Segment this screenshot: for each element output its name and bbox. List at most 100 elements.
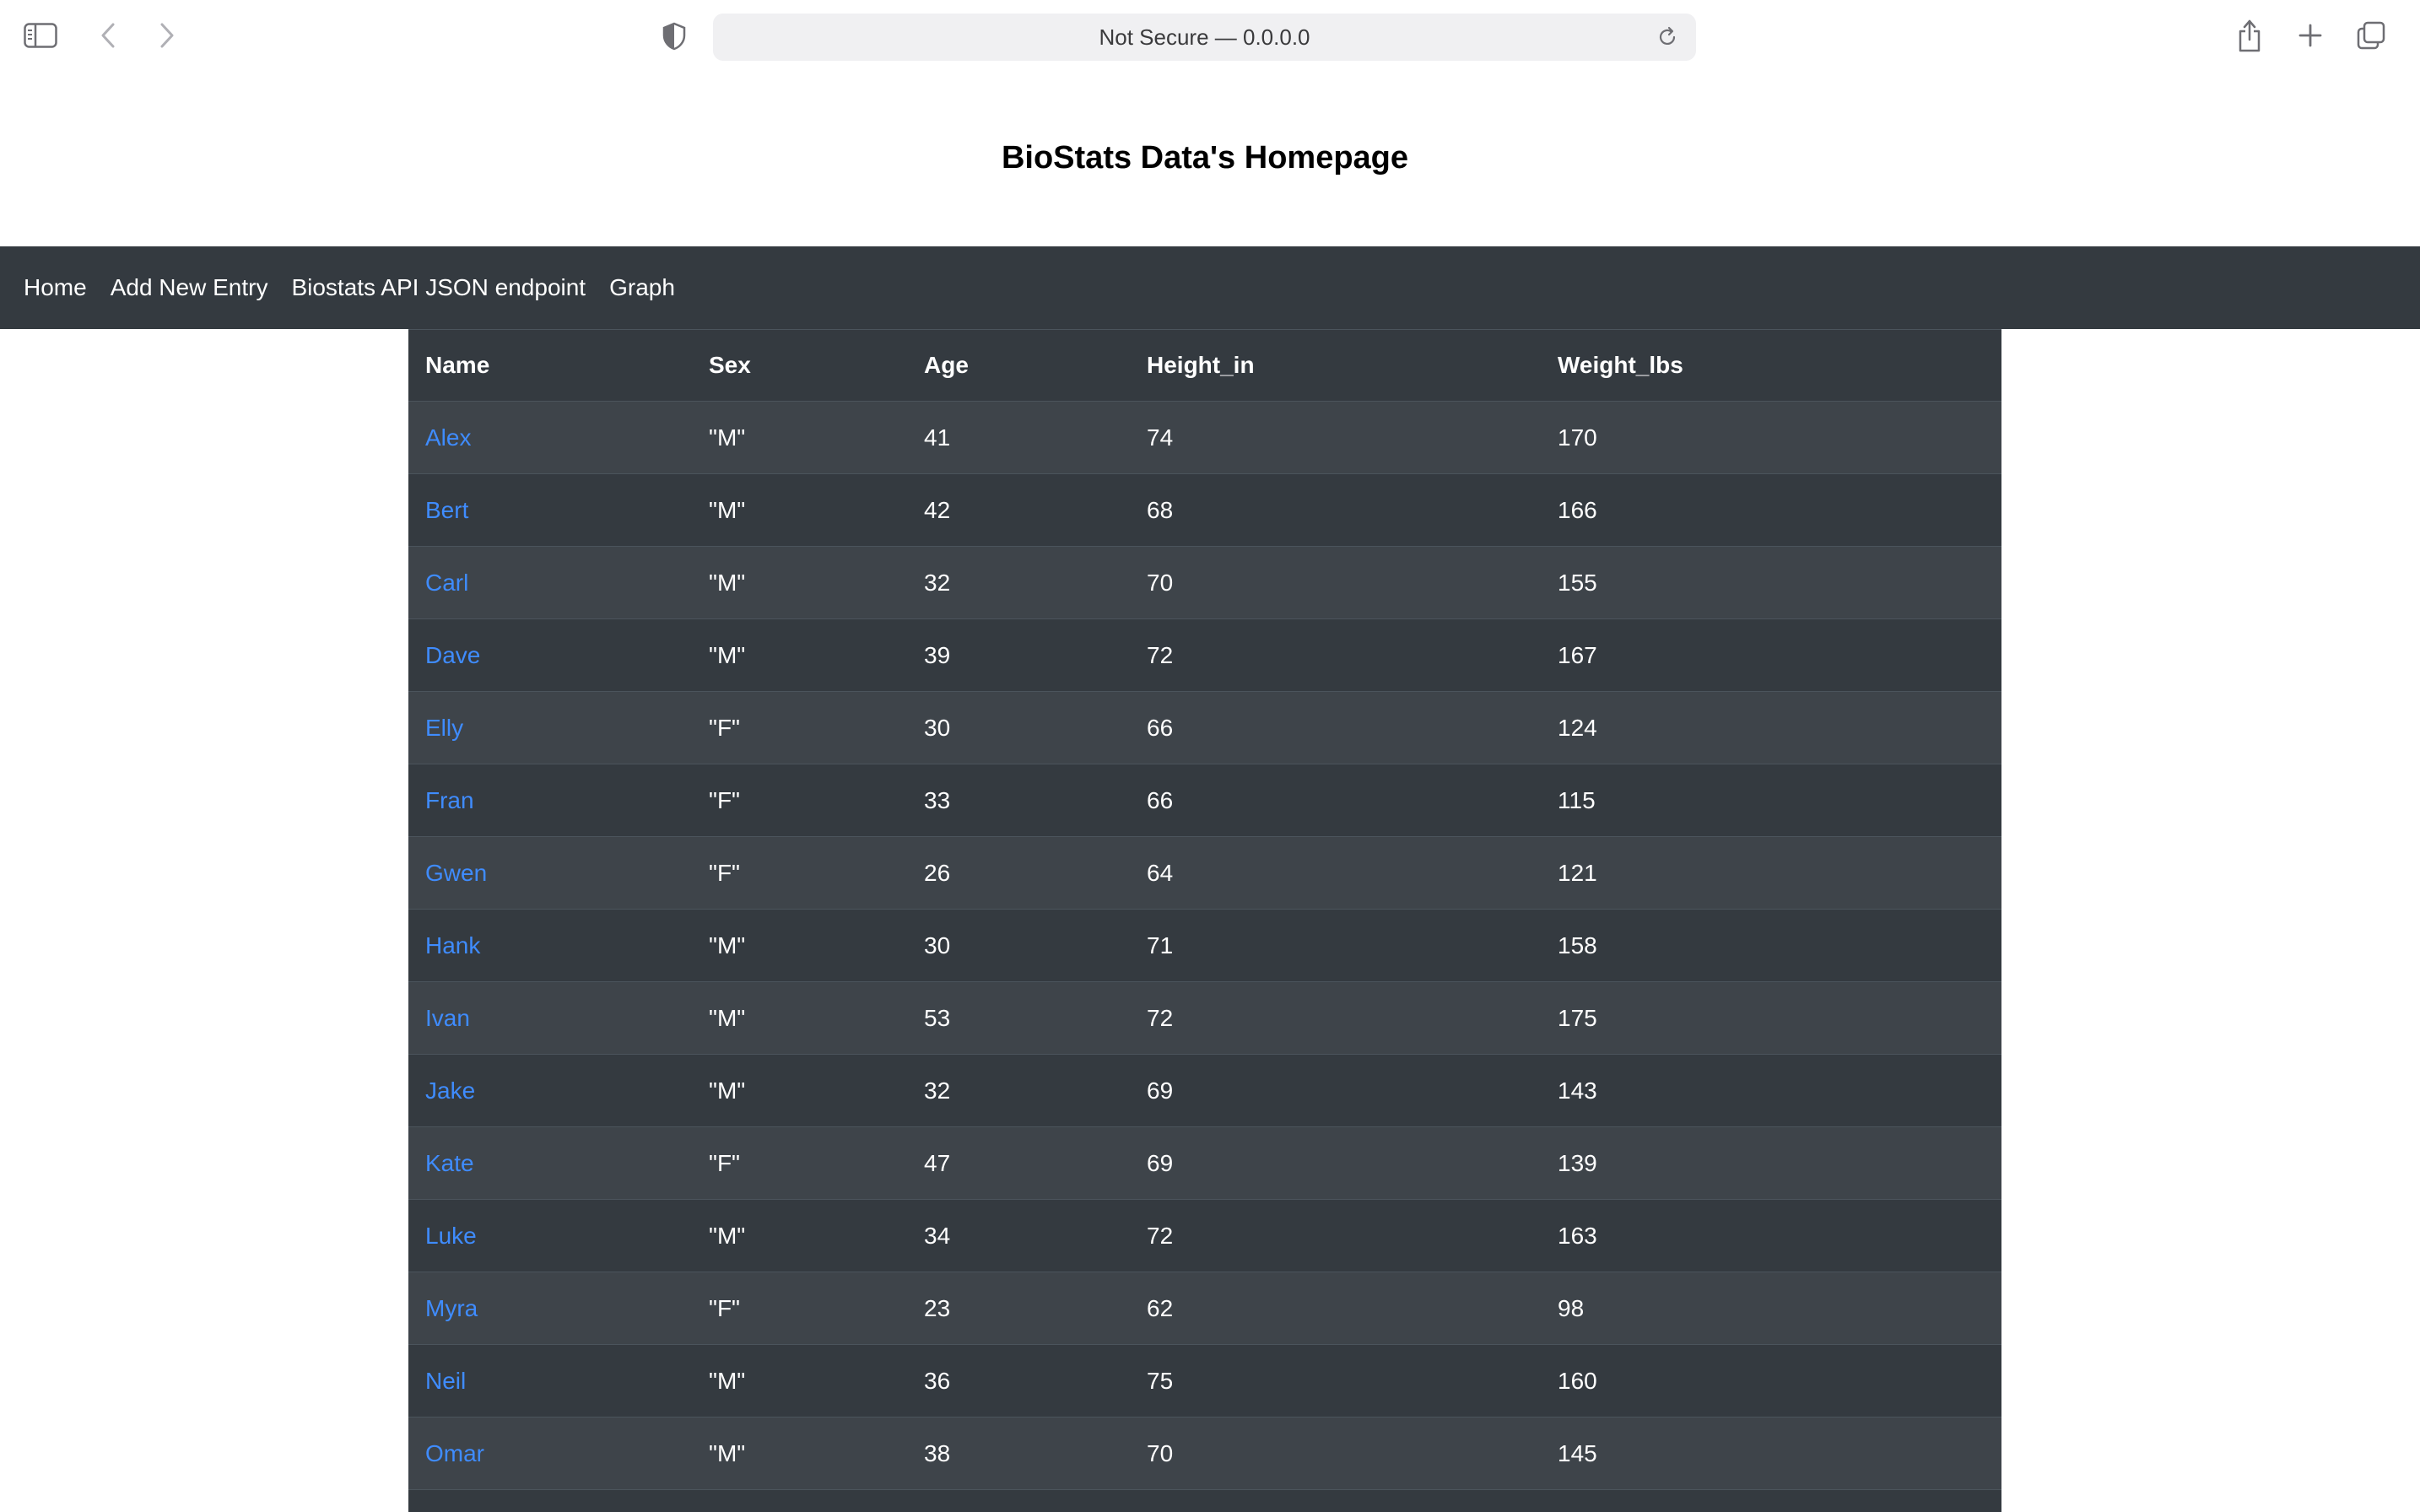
biostats-table-container[interactable]: Name Sex Age Height_in Weight_lbs Alex "M…	[408, 329, 2001, 1512]
person-name-link[interactable]: Gwen	[425, 860, 487, 886]
table-row: Dave "M" 39 72 167	[408, 618, 2001, 692]
cell-weight: 145	[1541, 1417, 2001, 1490]
cell-age: 30	[907, 909, 1130, 982]
cell-sex: "M"	[692, 546, 907, 619]
cell-height: 71	[1130, 909, 1541, 982]
cell-height: 70	[1130, 546, 1541, 619]
table-row: Page"F"3167135	[408, 1489, 2001, 1512]
cell-age: 53	[907, 981, 1130, 1055]
cell-height: 74	[1130, 401, 1541, 474]
person-name-link[interactable]: Bert	[425, 497, 468, 523]
cell-weight: 160	[1541, 1344, 2001, 1418]
table-row: Jake "M" 32 69 143	[408, 1054, 2001, 1127]
person-name-link[interactable]: Elly	[425, 715, 463, 741]
nav-home-link[interactable]: Home	[24, 274, 87, 301]
privacy-shield-icon[interactable]	[660, 20, 689, 52]
cell-weight: 167	[1541, 618, 2001, 692]
cell-height: 72	[1130, 1199, 1541, 1272]
person-name-link[interactable]: Myra	[425, 1295, 478, 1321]
cell-weight: 143	[1541, 1054, 2001, 1127]
nav-add-new-entry-link[interactable]: Add New Entry	[111, 274, 268, 301]
person-name-link[interactable]: Jake	[425, 1077, 475, 1104]
cell-sex: "F"	[692, 1272, 907, 1345]
cell-name: Elly	[408, 691, 692, 764]
cell-height: 70	[1130, 1417, 1541, 1490]
cell-age: 32	[907, 546, 1130, 619]
page-title: BioStats Data's Homepage	[1001, 140, 1409, 176]
table-row: Alex "M" 41 74 170	[408, 401, 2001, 474]
person-name-link[interactable]: Hank	[425, 932, 480, 958]
cell-name: Omar	[408, 1417, 692, 1490]
cell-height: 66	[1130, 764, 1541, 837]
person-name-link[interactable]: Kate	[425, 1150, 474, 1176]
person-name-link[interactable]: Carl	[425, 570, 468, 596]
cell-age: 42	[907, 473, 1130, 547]
cell-name: Ivan	[408, 981, 692, 1055]
cell-height: 68	[1130, 473, 1541, 547]
cell-name: Jake	[408, 1054, 692, 1127]
cell-sex: "M"	[692, 618, 907, 692]
cell-sex: "M"	[692, 401, 907, 474]
cell-age: 36	[907, 1344, 1130, 1418]
cell-sex: "F"	[692, 1489, 907, 1512]
cell-sex: "M"	[692, 1417, 907, 1490]
sidebar-toggle-icon[interactable]	[24, 22, 57, 49]
table-row: Neil "M" 36 75 160	[408, 1344, 2001, 1418]
person-name-link[interactable]: Neil	[425, 1368, 466, 1394]
cell-weight: 98	[1541, 1272, 2001, 1345]
cell-age: 41	[907, 401, 1130, 474]
person-name-link[interactable]: Omar	[425, 1440, 484, 1466]
cell-weight: 158	[1541, 909, 2001, 982]
cell-height: 75	[1130, 1344, 1541, 1418]
person-name-link[interactable]: Luke	[425, 1223, 477, 1249]
cell-age: 32	[907, 1054, 1130, 1127]
cell-name: Bert	[408, 473, 692, 547]
cell-height: 69	[1130, 1126, 1541, 1200]
new-tab-icon[interactable]	[2293, 19, 2327, 52]
cell-height: 72	[1130, 981, 1541, 1055]
tab-overview-icon[interactable]	[2354, 19, 2388, 52]
header-age: Age	[907, 329, 1130, 402]
cell-age: 31	[907, 1489, 1130, 1512]
cell-weight: 135	[1541, 1489, 2001, 1512]
person-name-link[interactable]: Ivan	[425, 1005, 470, 1031]
cell-weight: 155	[1541, 546, 2001, 619]
table-row: Carl "M" 32 70 155	[408, 546, 2001, 619]
back-arrow-icon[interactable]	[95, 20, 122, 51]
cell-weight: 170	[1541, 401, 2001, 474]
cell-name: Hank	[408, 909, 692, 982]
cell-weight: 175	[1541, 981, 2001, 1055]
person-name-link[interactable]: Dave	[425, 642, 480, 668]
browser-toolbar: Not Secure — 0.0.0.0	[0, 0, 2420, 73]
reload-icon[interactable]	[1654, 24, 1681, 51]
cell-sex: "M"	[692, 473, 907, 547]
cell-name: Page	[408, 1489, 692, 1512]
address-bar[interactable]: Not Secure — 0.0.0.0	[713, 14, 1696, 61]
cell-height: 64	[1130, 836, 1541, 910]
table-row: Kate "F" 47 69 139	[408, 1126, 2001, 1200]
person-name-link[interactable]: Alex	[425, 424, 471, 451]
person-name-link[interactable]: Fran	[425, 787, 474, 813]
cell-sex: "F"	[692, 691, 907, 764]
table-row: Myra "F" 23 62 98	[408, 1272, 2001, 1345]
cell-weight: 163	[1541, 1199, 2001, 1272]
cell-height: 62	[1130, 1272, 1541, 1345]
forward-arrow-icon[interactable]	[154, 20, 181, 51]
table-row: Omar "M" 38 70 145	[408, 1417, 2001, 1490]
cell-sex: "M"	[692, 1199, 907, 1272]
cell-height: 72	[1130, 618, 1541, 692]
cell-weight: 115	[1541, 764, 2001, 837]
cell-name: Luke	[408, 1199, 692, 1272]
cell-sex: "M"	[692, 909, 907, 982]
table-row: Fran "F" 33 66 115	[408, 764, 2001, 837]
header-name: Name	[408, 329, 692, 402]
table-row: Bert "M" 42 68 166	[408, 473, 2001, 547]
cell-name: Neil	[408, 1344, 692, 1418]
address-text: Not Secure — 0.0.0.0	[1099, 24, 1310, 50]
nav-graph-link[interactable]: Graph	[609, 274, 675, 301]
nav-api-json-endpoint-link[interactable]: Biostats API JSON endpoint	[291, 274, 586, 301]
share-icon[interactable]	[2234, 17, 2265, 54]
cell-sex: "M"	[692, 1054, 907, 1127]
cell-weight: 166	[1541, 473, 2001, 547]
cell-height: 69	[1130, 1054, 1541, 1127]
